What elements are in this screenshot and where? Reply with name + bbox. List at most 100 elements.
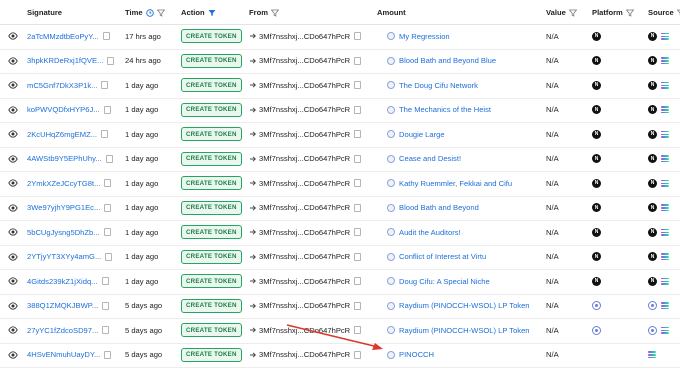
copy-icon[interactable]	[105, 253, 112, 261]
from-address[interactable]: 3Mf7nsshxj...CDo647hPcR	[259, 277, 350, 286]
table-row[interactable]: 3hpkKRDeRxj1fQVE... 24 hrs ago CREATE TO…	[0, 49, 680, 75]
table-row[interactable]: 2YmkXZeJCcyTG8t... 1 day ago CREATE TOKE…	[0, 171, 680, 197]
from-address[interactable]: 3Mf7nsshxj...CDo647hPcR	[259, 81, 350, 90]
token-link[interactable]: Kathy Ruemmler, Fekkai and Cifu	[399, 179, 512, 188]
table-row[interactable]: 3We97yjhY9PG1Ec... 1 day ago CREATE TOKE…	[0, 196, 680, 222]
filter-icon[interactable]	[569, 9, 577, 17]
view-details-icon[interactable]	[8, 98, 18, 123]
view-details-icon[interactable]	[8, 245, 18, 270]
copy-icon[interactable]	[354, 130, 361, 138]
view-details-icon[interactable]	[8, 122, 18, 147]
signature-link[interactable]: 2aTcMMzdtbEoPyY...	[27, 32, 99, 41]
from-address[interactable]: 3Mf7nsshxj...CDo647hPcR	[259, 56, 350, 65]
signature-link[interactable]: 388Q1ZMQKJBWP...	[27, 301, 98, 310]
view-details-icon[interactable]	[8, 294, 18, 319]
copy-icon[interactable]	[354, 253, 361, 261]
token-link[interactable]: The Mechanics of the Heist	[399, 105, 491, 114]
from-address[interactable]: 3Mf7nsshxj...CDo647hPcR	[259, 130, 350, 139]
signature-link[interactable]: mC5Gnf7DkX3P1k...	[27, 81, 97, 90]
token-link[interactable]: PINOCCH	[399, 350, 434, 359]
clock-icon[interactable]	[146, 9, 154, 17]
table-row[interactable]: 4Gitds239kZ1jXidq... 1 day ago CREATE TO…	[0, 269, 680, 295]
copy-icon[interactable]	[354, 351, 361, 359]
from-address[interactable]: 3Mf7nsshxj...CDo647hPcR	[259, 350, 350, 359]
from-address[interactable]: 3Mf7nsshxj...CDo647hPcR	[259, 32, 350, 41]
token-link[interactable]: Blood Bath and Beyond Blue	[399, 56, 496, 65]
copy-icon[interactable]	[354, 277, 361, 285]
view-details-icon[interactable]	[8, 220, 18, 245]
copy-icon[interactable]	[103, 32, 110, 40]
token-link[interactable]: Blood Bath and Beyond	[399, 203, 479, 212]
from-address[interactable]: 3Mf7nsshxj...CDo647hPcR	[259, 301, 350, 310]
token-link[interactable]: The Doug Cifu Network	[399, 81, 478, 90]
copy-icon[interactable]	[104, 351, 111, 359]
token-link[interactable]: Conflict of Interest at Virtu	[399, 252, 486, 261]
table-row[interactable]: koPWVQDfxHYP6J... 1 day ago CREATE TOKEN…	[0, 98, 680, 124]
filter-icon[interactable]	[626, 9, 634, 17]
copy-icon[interactable]	[101, 81, 108, 89]
filter-active-icon[interactable]	[208, 9, 216, 17]
signature-link[interactable]: 4Gitds239kZ1jXidq...	[27, 277, 98, 286]
copy-icon[interactable]	[104, 179, 111, 187]
copy-icon[interactable]	[104, 106, 111, 114]
view-details-icon[interactable]	[8, 49, 18, 74]
token-link[interactable]: Raydium (PINOCCH-WSOL) LP Token	[399, 326, 530, 335]
table-row[interactable]: 5bCUgJysng5DhZb... 1 day ago CREATE TOKE…	[0, 220, 680, 246]
copy-icon[interactable]	[101, 130, 108, 138]
token-link[interactable]: Audit the Auditors!	[399, 228, 461, 237]
table-row[interactable]: 2YTjyYT3XYy4amG... 1 day ago CREATE TOKE…	[0, 245, 680, 271]
from-address[interactable]: 3Mf7nsshxj...CDo647hPcR	[259, 105, 350, 114]
copy-icon[interactable]	[354, 106, 361, 114]
copy-icon[interactable]	[354, 179, 361, 187]
signature-link[interactable]: koPWVQDfxHYP6J...	[27, 105, 100, 114]
signature-link[interactable]: 3hpkKRDeRxj1fQVE...	[27, 56, 103, 65]
signature-link[interactable]: 2YTjyYT3XYy4amG...	[27, 252, 101, 261]
copy-icon[interactable]	[104, 228, 111, 236]
copy-icon[interactable]	[104, 204, 111, 212]
view-details-icon[interactable]	[8, 318, 18, 343]
signature-link[interactable]: 4AWStb9Y5EPhUhy...	[27, 154, 102, 163]
signature-link[interactable]: 2KcUHqZ6mgEMZ...	[27, 130, 97, 139]
signature-link[interactable]: 2YmkXZeJCcyTG8t...	[27, 179, 100, 188]
signature-link[interactable]: 3We97yjhY9PG1Ec...	[27, 203, 100, 212]
copy-icon[interactable]	[102, 326, 109, 334]
copy-icon[interactable]	[102, 277, 109, 285]
table-row[interactable]: 4HSvENmuhUayDY... 5 days ago CREATE TOKE…	[0, 343, 680, 368]
copy-icon[interactable]	[354, 155, 361, 163]
copy-icon[interactable]	[107, 57, 114, 65]
copy-icon[interactable]	[354, 32, 361, 40]
filter-icon[interactable]	[271, 9, 279, 17]
view-details-icon[interactable]	[8, 24, 18, 49]
view-details-icon[interactable]	[8, 196, 18, 221]
copy-icon[interactable]	[354, 57, 361, 65]
table-row[interactable]: 388Q1ZMQKJBWP... 5 days ago CREATE TOKEN…	[0, 294, 680, 320]
token-link[interactable]: Dougie Large	[399, 130, 445, 139]
table-row[interactable]: 2KcUHqZ6mgEMZ... 1 day ago CREATE TOKEN …	[0, 122, 680, 148]
copy-icon[interactable]	[106, 155, 113, 163]
table-row[interactable]: 4AWStb9Y5EPhUhy... 1 day ago CREATE TOKE…	[0, 147, 680, 173]
view-details-icon[interactable]	[8, 73, 18, 98]
copy-icon[interactable]	[354, 228, 361, 236]
table-row[interactable]: 27yYC1fZdcoSD97... 5 days ago CREATE TOK…	[0, 318, 680, 344]
from-address[interactable]: 3Mf7nsshxj...CDo647hPcR	[259, 326, 350, 335]
copy-icon[interactable]	[354, 326, 361, 334]
from-address[interactable]: 3Mf7nsshxj...CDo647hPcR	[259, 252, 350, 261]
from-address[interactable]: 3Mf7nsshxj...CDo647hPcR	[259, 203, 350, 212]
view-details-icon[interactable]	[8, 269, 18, 294]
signature-link[interactable]: 5bCUgJysng5DhZb...	[27, 228, 100, 237]
signature-link[interactable]: 4HSvENmuhUayDY...	[27, 350, 100, 359]
copy-icon[interactable]	[354, 204, 361, 212]
from-address[interactable]: 3Mf7nsshxj...CDo647hPcR	[259, 228, 350, 237]
filter-icon[interactable]	[157, 9, 165, 17]
view-details-icon[interactable]	[8, 171, 18, 196]
token-link[interactable]: Raydium (PINOCCH-WSOL) LP Token	[399, 301, 530, 310]
view-details-icon[interactable]	[8, 343, 18, 368]
copy-icon[interactable]	[354, 81, 361, 89]
copy-icon[interactable]	[354, 302, 361, 310]
table-row[interactable]: 2aTcMMzdtbEoPyY... 17 hrs ago CREATE TOK…	[0, 24, 680, 50]
from-address[interactable]: 3Mf7nsshxj...CDo647hPcR	[259, 179, 350, 188]
token-link[interactable]: Cease and Desist!	[399, 154, 461, 163]
copy-icon[interactable]	[102, 302, 109, 310]
table-row[interactable]: mC5Gnf7DkX3P1k... 1 day ago CREATE TOKEN…	[0, 73, 680, 99]
signature-link[interactable]: 27yYC1fZdcoSD97...	[27, 326, 98, 335]
